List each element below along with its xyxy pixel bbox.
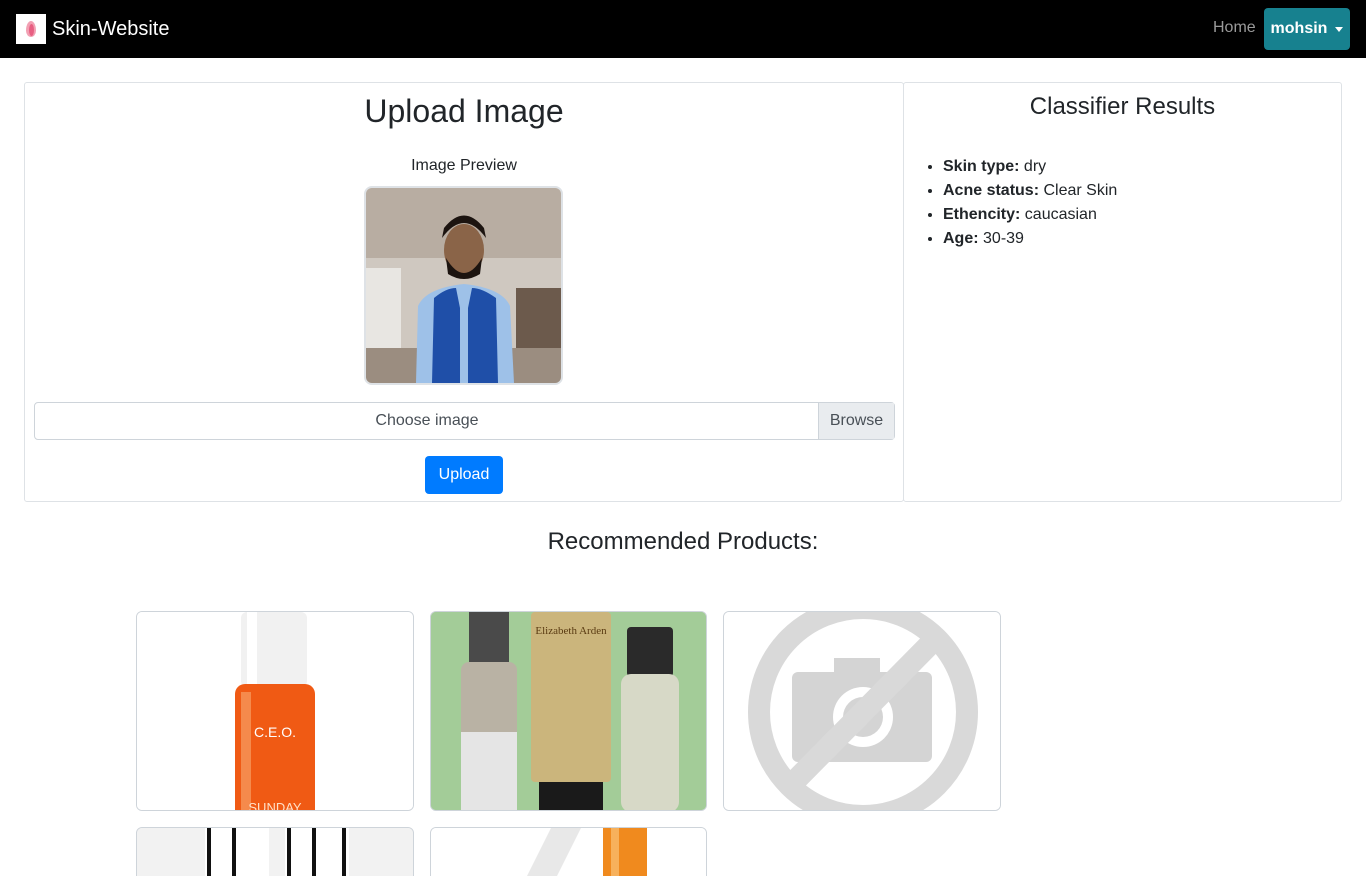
caret-down-icon <box>1335 26 1344 32</box>
product-brand-sub: SUNDAY <box>248 800 302 811</box>
brand-link[interactable]: Skin-Website <box>16 13 169 45</box>
silver-bottles-icon <box>137 828 413 876</box>
classifier-results-card: Classifier Results Skin type: dry Acne s… <box>903 82 1342 502</box>
results-title: Classifier Results <box>1029 93 1216 120</box>
result-age: Age: 30-39 <box>943 227 1117 251</box>
result-label: Skin type: <box>943 158 1020 175</box>
browse-button[interactable]: Browse <box>818 403 894 439</box>
product-card[interactable] <box>136 827 414 876</box>
result-acne-status: Acne status: Clear Skin <box>943 179 1117 203</box>
upload-title: Upload Image <box>364 93 564 129</box>
orange-serum-bottle-icon: C.E.O. SUNDAY <box>137 612 413 811</box>
navbar: Skin-Website Home mohsin <box>0 0 1366 58</box>
image-preview-label: Image Preview <box>411 157 517 174</box>
result-skin-type: Skin type: dry <box>943 155 1117 179</box>
brand-logo-icon <box>16 14 46 44</box>
skincare-bottles-icon: Elizabeth Arden <box>431 612 706 810</box>
product-brand-text: C.E.O. <box>254 724 296 740</box>
result-ethnicity: Ethencity: caucasian <box>943 203 1117 227</box>
orange-tube-icon <box>431 828 706 876</box>
results-list: Skin type: dry Acne status: Clear Skin E… <box>943 155 1117 251</box>
recommended-title: Recommended Products: <box>547 528 819 555</box>
file-input[interactable]: Choose image Browse <box>34 402 895 440</box>
product-brand-text: Elizabeth Arden <box>535 625 607 637</box>
image-preview <box>364 186 563 385</box>
user-name: mohsin <box>1270 20 1328 37</box>
file-input-label[interactable]: Choose image <box>35 403 819 439</box>
result-value: Clear Skin <box>1043 182 1118 199</box>
product-card[interactable]: Elizabeth Arden <box>430 611 707 811</box>
product-card[interactable] <box>723 611 1001 811</box>
result-label: Age: <box>943 230 979 247</box>
user-menu-button[interactable]: mohsin <box>1264 8 1350 50</box>
result-value: caucasian <box>1024 206 1097 223</box>
result-value: dry <box>1023 158 1047 175</box>
product-card[interactable] <box>430 827 707 876</box>
result-label: Acne status: <box>943 182 1040 199</box>
nav-home-link[interactable]: Home <box>1213 19 1256 37</box>
result-value: 30-39 <box>983 230 1024 247</box>
product-card[interactable]: C.E.O. SUNDAY <box>136 611 414 811</box>
no-image-placeholder-icon <box>724 612 1000 810</box>
upload-button[interactable]: Upload <box>425 456 503 494</box>
brand-name: Skin-Website <box>52 17 170 40</box>
upload-card: Upload Image Image Preview Choose image … <box>24 82 904 502</box>
result-label: Ethencity: <box>943 206 1021 223</box>
